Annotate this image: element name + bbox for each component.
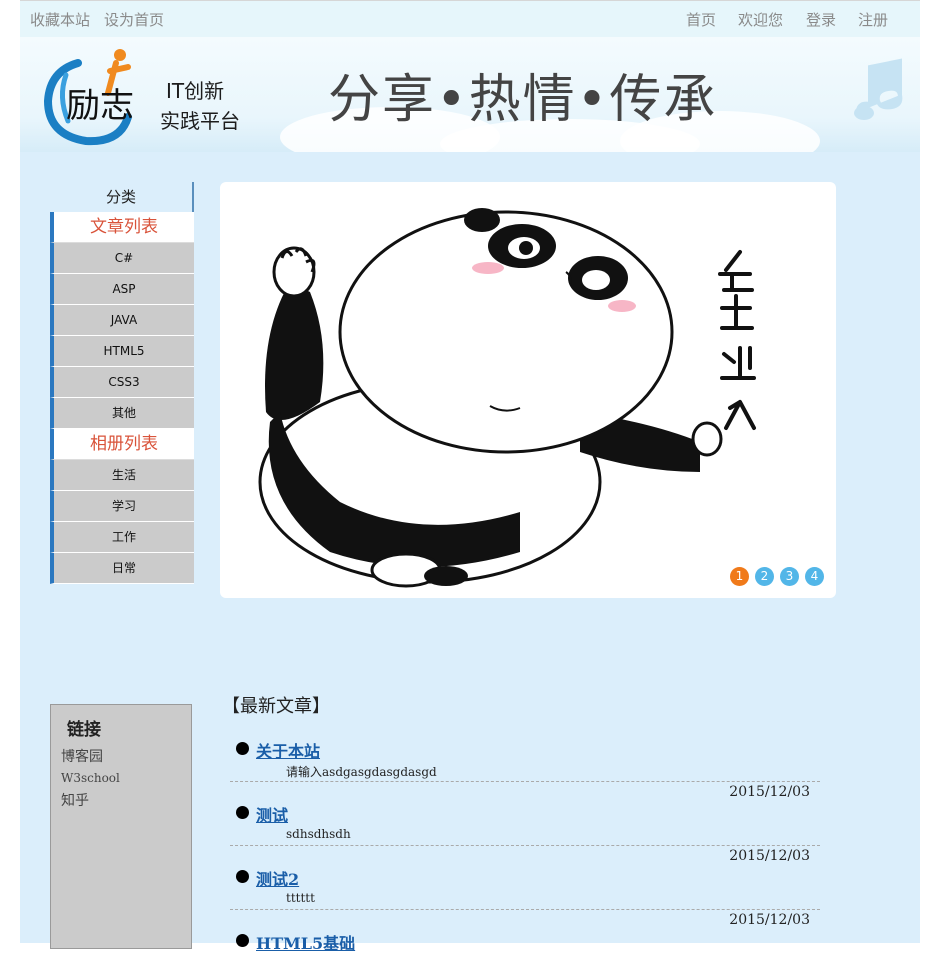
category-title: 分类 [50, 182, 194, 212]
slider-dot-1[interactable]: 1 [730, 567, 749, 586]
set-homepage-link[interactable]: 设为首页 [104, 9, 164, 30]
category-item-other[interactable]: 其他 [50, 398, 194, 429]
article-summary: sdhsdhsdh [286, 827, 351, 841]
site-slogan: 分享•热情•传承 [328, 70, 718, 130]
article-item: HTML5基础 2015/12/03 [230, 910, 820, 974]
article-date: 2015/12/03 [729, 912, 810, 928]
link-w3school[interactable]: W3school [61, 771, 191, 785]
login-link[interactable]: 登录 [806, 9, 836, 30]
bullet-icon [236, 742, 249, 755]
album-item-life[interactable]: 生活 [50, 460, 194, 491]
bookmark-site-link[interactable]: 收藏本站 [30, 9, 90, 30]
links-panel: 链接 博客园 W3school 知乎 [50, 704, 192, 949]
article-title[interactable]: 关于本站 [256, 738, 320, 762]
bullet-icon [236, 870, 249, 883]
links-title: 链接 [67, 720, 101, 740]
article-title[interactable]: HTML5基础 [256, 930, 355, 954]
article-date: 2015/12/03 [729, 784, 810, 800]
latest-articles: 【最新文章】 关于本站 请输入asdgasgdasgdasgd 测试 sdhsd… [222, 692, 822, 974]
welcome-link[interactable]: 欢迎您 [738, 9, 783, 30]
album-item-study[interactable]: 学习 [50, 491, 194, 522]
slider-dot-3[interactable]: 3 [780, 567, 799, 586]
category-item-csharp[interactable]: C# [50, 243, 194, 274]
register-link[interactable]: 注册 [858, 9, 888, 30]
panda-illustration [258, 208, 756, 588]
category-item-html5[interactable]: HTML5 [50, 336, 194, 367]
article-title[interactable]: 测试2 [256, 866, 299, 890]
link-cnblogs[interactable]: 博客园 [61, 746, 191, 766]
article-summary: tttttt [286, 891, 315, 905]
category-item-java[interactable]: JAVA [50, 305, 194, 336]
bullet-icon [236, 806, 249, 819]
slider-pager: 1 2 3 4 [730, 567, 824, 586]
category-sidebar: 分类 文章列表 C# ASP JAVA HTML5 CSS3 其他 相册列表 生… [50, 182, 194, 584]
album-item-daily[interactable]: 日常 [50, 553, 194, 584]
top-bar: 收藏本站 设为首页 首页 欢迎您 登录 注册 [20, 0, 920, 37]
article-item: 关于本站 请输入asdgasgdasgdasgd [230, 718, 820, 782]
article-date: 2015/12/03 [729, 848, 810, 864]
category-item-asp[interactable]: ASP [50, 274, 194, 305]
latest-articles-title: 【最新文章】 [222, 696, 330, 717]
image-slider[interactable]: 1 2 3 4 [220, 182, 836, 598]
slider-dot-4[interactable]: 4 [805, 567, 824, 586]
music-note-icon [854, 58, 903, 120]
header-banner: 励志 IT创新 实践平台 分享•热情•传承 [20, 37, 920, 152]
page: 收藏本站 设为首页 首页 欢迎您 登录 注册 励志 IT创新 实践平台 分享•热… [20, 0, 920, 953]
slider-dot-2[interactable]: 2 [755, 567, 774, 586]
category-item-css3[interactable]: CSS3 [50, 367, 194, 398]
svg-text:励志: 励志 [66, 86, 134, 126]
article-item: 测试2 tttttt 2015/12/03 [230, 846, 820, 910]
article-summary: 请输入asdgasgdasgdasgd [286, 765, 437, 779]
site-logo[interactable]: 励志 [38, 45, 138, 149]
logo-text-line1: IT创新 [166, 79, 225, 103]
link-zhihu[interactable]: 知乎 [61, 790, 191, 810]
album-list-heading[interactable]: 相册列表 [50, 429, 194, 460]
album-item-work[interactable]: 工作 [50, 522, 194, 553]
logo-text-line2: 实践平台 [160, 109, 240, 133]
bullet-icon [236, 934, 249, 947]
home-link[interactable]: 首页 [686, 9, 716, 30]
article-item: 测试 sdhsdhsdh 2015/12/03 [230, 782, 820, 846]
article-title[interactable]: 测试 [256, 802, 288, 826]
article-list-heading[interactable]: 文章列表 [50, 212, 194, 243]
